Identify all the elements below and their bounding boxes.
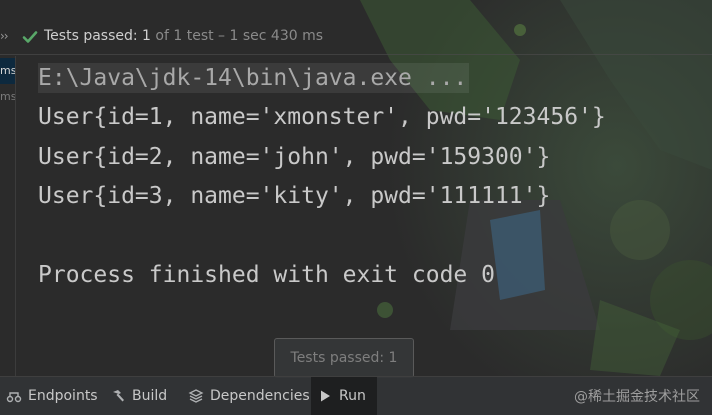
console-exit-line: Process finished with exit code 0 — [38, 262, 495, 288]
endpoints-label: Endpoints — [28, 388, 98, 404]
run-button[interactable]: Run — [311, 377, 377, 415]
watermark: @稀土掘金技术社区 — [574, 389, 700, 405]
build-button[interactable]: Build — [104, 377, 173, 415]
build-label: Build — [132, 388, 168, 404]
console-line: User{id=2, name='john', pwd='159300'} — [38, 144, 551, 170]
expand-chevron-icon[interactable]: ›› — [0, 29, 9, 43]
status-summary: of 1 test – 1 sec 430 ms — [155, 28, 324, 44]
test-status-text: Tests passed: 1 of 1 test – 1 sec 430 ms — [44, 28, 323, 44]
console-command-line: E:\Java\jdk-14\bin\java.exe ... — [38, 63, 470, 93]
endpoints-button[interactable]: Endpoints — [0, 377, 104, 415]
dependencies-button[interactable]: Dependencies — [182, 377, 316, 415]
dependencies-label: Dependencies — [210, 388, 310, 404]
tool-window-bar: Endpoints Build Dependencies Run @稀土掘金技术… — [0, 376, 712, 415]
check-icon — [22, 31, 38, 43]
test-tree-item-selected[interactable]: ms — [0, 58, 15, 84]
console-output[interactable]: E:\Java\jdk-14\bin\java.exe ... User{id=… — [16, 56, 712, 376]
status-label: Tests passed: — [44, 28, 138, 44]
hammer-icon — [113, 390, 124, 402]
test-tree-item[interactable]: ms — [0, 84, 15, 110]
layers-icon — [188, 389, 204, 403]
passed-count: 1 — [142, 28, 151, 44]
run-label: Run — [339, 388, 366, 404]
console-line: User{id=3, name='kity', pwd='111111'} — [38, 183, 551, 209]
test-status-bar: ›› Tests passed: 1 of 1 test – 1 sec 430… — [0, 24, 712, 52]
endpoints-icon — [6, 392, 22, 403]
play-icon — [321, 390, 330, 402]
divider — [0, 54, 712, 55]
tests-passed-toast[interactable]: Tests passed: 1 — [274, 338, 414, 378]
console-line: User{id=1, name='xmonster', pwd='123456'… — [38, 104, 606, 130]
